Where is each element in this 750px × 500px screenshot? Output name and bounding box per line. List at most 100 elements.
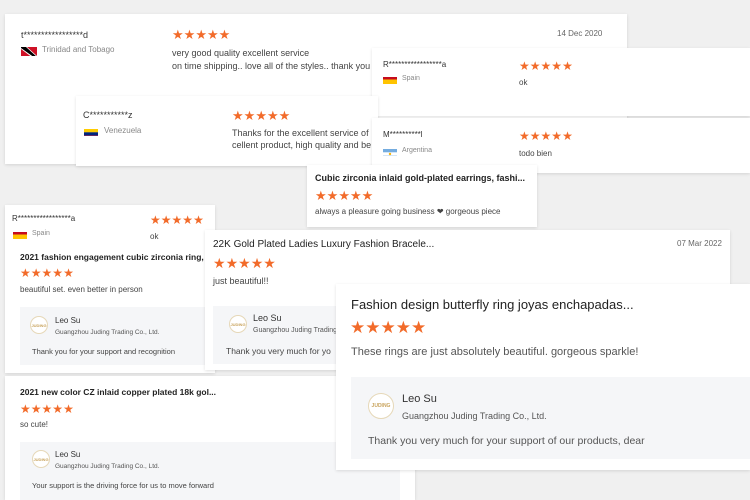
star-icon: ★ [551,59,563,73]
argentina-flag-icon [383,146,397,156]
star-icon: ★ [218,27,231,42]
star-icon: ★ [150,213,161,227]
star-icon: ★ [519,129,530,143]
review-card-venezuela: C***********z Venezuela ★ ★ ★ ★ ★ Thanks for… [76,96,378,166]
star-icon: ★ [63,402,74,416]
star-icon: ★ [52,402,64,416]
star-icon: ★ [63,266,74,280]
star-icon: ★ [20,402,31,416]
star-icon: ★ [529,129,541,143]
review-text: on time shipping.. love all of the style… [172,61,371,71]
company-logo-icon: JUDING [229,315,247,333]
star-icon: ★ [41,402,53,416]
seller-reply: JUDING Leo Su Guangzhou Juding Trading C… [351,377,750,459]
star-icon: ★ [160,213,172,227]
product-title: Fashion design butterfly ring joyas ench… [351,297,634,312]
star-icon: ★ [411,318,427,337]
star-icon: ★ [225,255,239,271]
rating-stars: ★ ★ ★ ★ ★ [519,60,573,72]
star-icon: ★ [551,129,563,143]
review-text: ok [519,78,528,87]
review-text: so cute! [20,420,49,429]
reviewer-name: R*****************a [12,214,76,223]
star-icon: ★ [243,108,256,123]
product-title: 2021 new color CZ inlaid copper plated 1… [20,387,217,397]
reviewer-name: t*****************d [21,30,89,40]
spain-flag-icon [383,74,397,84]
reviewer-country: Venezuela [104,126,142,135]
star-icon: ★ [562,59,573,73]
company-logo-icon: JUDING [32,450,50,468]
reply-text: Thank you for your support and recogniti… [32,347,176,356]
reviewer-name: C***********z [83,110,133,120]
star-icon: ★ [30,402,42,416]
star-icon: ★ [52,266,64,280]
trinidad-flag-icon [21,45,37,56]
reply-company: Guangzhou Juding Trading Co., Ltd. [402,411,547,421]
review-card-earrings: Cubic zirconia inlaid gold-plated earrin… [307,165,537,227]
reviewer-name: R*****************a [383,60,447,69]
company-logo-icon: JUDING [368,393,394,419]
star-icon: ★ [232,108,244,123]
star-icon: ★ [193,213,204,227]
reply-author: Leo Su [402,393,437,405]
star-icon: ★ [361,188,374,203]
rating-stars: ★ ★ ★ ★ ★ [232,109,290,122]
reviewer-country: Argentina [402,147,432,154]
star-icon: ★ [519,59,530,73]
rating-stars: ★ ★ ★ ★ ★ [172,28,230,41]
review-text: always a pleasure going business ❤ gorge… [315,207,501,216]
star-icon: ★ [195,27,207,42]
reply-company: Guangzhou Juding Trading Co., Ltd. [55,463,160,470]
reply-author: Leo Su [55,450,81,459]
star-icon: ★ [338,188,350,203]
rating-stars: ★ ★ ★ ★ ★ [20,267,74,279]
product-title: Cubic zirconia inlaid gold-plated earrin… [315,173,526,183]
product-title: 2021 fashion engagement cubic zirconia r… [20,252,204,262]
rating-stars: ★ ★ ★ ★ ★ [150,214,204,226]
star-icon: ★ [255,108,267,123]
reviewer-country: Spain [32,230,50,237]
star-icon: ★ [20,266,31,280]
rating-stars: ★ ★ ★ ★ ★ [350,319,426,336]
reviewer-name: M**********l [383,130,423,139]
review-date: 14 Dec 2020 [557,29,603,38]
star-icon: ★ [213,255,226,271]
star-icon: ★ [540,59,552,73]
reply-text: Thank you very much for yo [226,346,331,356]
review-text: ok [150,232,159,241]
reply-author: Leo Su [55,316,81,325]
review-date: 07 Mar 2022 [677,239,722,248]
review-text: very good quality excellent service [172,48,310,58]
review-card-spain-top: R*****************a Spain ★ ★ ★ ★ ★ ok [372,48,750,116]
star-icon: ★ [30,266,42,280]
seller-reply: JUDING Leo Su Guangzhou Juding Trading C… [20,307,206,365]
review-text: cellent product, high quality and be [232,140,372,150]
reviewer-country: Trinidad and Tobago [42,45,115,54]
review-text: beautiful set. even better in person [20,285,143,294]
star-icon: ★ [263,255,276,271]
star-icon: ★ [206,27,219,42]
rating-stars: ★ ★ ★ ★ ★ [519,130,573,142]
spain-flag-icon [13,229,27,239]
star-icon: ★ [349,188,362,203]
star-icon: ★ [562,129,573,143]
reply-text: Thank you very much for your support of … [368,435,645,447]
reply-company: Guangzhou Juding Trading Co., Ltd. [55,329,160,336]
star-icon: ★ [238,255,251,271]
reviewer-country: Spain [402,75,420,82]
rating-stars: ★ ★ ★ ★ ★ [213,256,276,270]
star-icon: ★ [278,108,291,123]
star-icon: ★ [172,27,184,42]
rating-stars: ★ ★ ★ ★ ★ [315,189,373,202]
star-icon: ★ [350,318,366,337]
star-icon: ★ [315,188,327,203]
review-card-butterfly-ring: Fashion design butterfly ring joyas ench… [336,284,750,470]
rating-stars: ★ ★ ★ ★ ★ [20,403,74,415]
star-icon: ★ [182,213,194,227]
review-text: just beautiful!! [213,276,269,286]
star-icon: ★ [529,59,541,73]
review-card-engagement-ring: R*****************a Spain ★ ★ ★ ★ ★ ok 2021 … [5,205,215,373]
star-icon: ★ [41,266,53,280]
reply-text: Your support is the driving force for us… [32,481,214,490]
